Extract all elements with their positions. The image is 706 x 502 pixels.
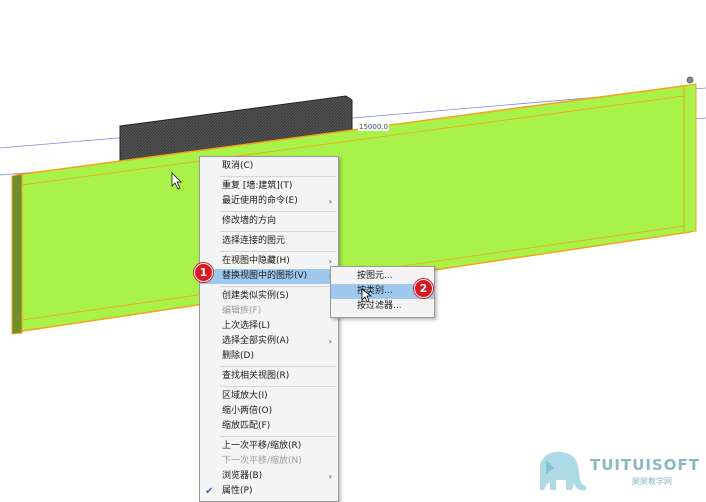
menu-item-zoom-region[interactable]: 区域放大(I)	[200, 389, 338, 404]
menu-separator	[220, 251, 336, 252]
menu-item-label: 创建类似实例(S)	[222, 291, 289, 301]
menu-item-label: 缩放匹配(F)	[222, 421, 271, 431]
context-menu: 取消(C) 重复 [墙:建筑](T) 最近使用的命令(E) › 修改墙的方向 选择…	[199, 156, 339, 502]
menu-separator	[220, 386, 336, 387]
3d-viewport[interactable]	[0, 0, 706, 500]
elephant-logo-icon	[540, 451, 586, 491]
menu-item-find-referring-views[interactable]: 查找相关视图(R)	[200, 369, 338, 384]
watermark-subtitle: 腿腿教学网	[632, 477, 672, 486]
menu-item-last-selection[interactable]: 上次选择(L)	[200, 319, 338, 334]
dimension-label: 15000.0	[358, 123, 389, 131]
step-badge-2: 2	[414, 279, 433, 298]
menu-item-zoom-fit[interactable]: 缩放匹配(F)	[200, 419, 338, 434]
watermark-brand: TUITUISOFT	[590, 456, 701, 474]
submenu-arrow-icon: ›	[328, 337, 332, 346]
menu-separator	[220, 231, 336, 232]
menu-item-browsers[interactable]: 浏览器(B) ›	[200, 469, 338, 484]
menu-item-label: 重复 [墙:建筑](T)	[222, 181, 293, 191]
checkmark-icon: ✔	[205, 486, 214, 497]
selected-wall-side	[11, 173, 23, 335]
menu-item-label: 取消(C)	[222, 161, 254, 171]
menu-item-create-similar[interactable]: 创建类似实例(S)	[200, 289, 338, 304]
watermark-logo: TUITUISOFT 腿腿教学网	[536, 442, 706, 500]
menu-separator	[220, 366, 336, 367]
menu-item-delete[interactable]: 删除(D)	[200, 349, 338, 364]
menu-item-label: 在视图中隐藏(H)	[222, 256, 290, 266]
menu-separator	[220, 176, 336, 177]
submenu-arrow-icon: ›	[328, 472, 332, 481]
menu-item-label: 最近使用的命令(E)	[222, 196, 298, 206]
menu-item-label: 浏览器(B)	[222, 471, 263, 481]
menu-item-label: 下一次平移/缩放(N)	[222, 456, 302, 466]
menu-item-recent-commands[interactable]: 最近使用的命令(E) ›	[200, 194, 338, 209]
menu-item-label: 选择连接的图元	[222, 236, 286, 246]
menu-item-cancel[interactable]: 取消(C)	[200, 159, 338, 174]
selected-wall-end	[683, 83, 697, 234]
menu-item-label: 上一次平移/缩放(R)	[222, 441, 302, 451]
wall-grip[interactable]	[686, 76, 694, 84]
menu-separator	[220, 211, 336, 212]
menu-item-label: 修改墙的方向	[222, 216, 277, 226]
menu-item-select-all-instances[interactable]: 选择全部实例(A) ›	[200, 334, 338, 349]
menu-item-label: 区域放大(I)	[222, 391, 268, 401]
menu-item-flip-wall[interactable]: 修改墙的方向	[200, 214, 338, 229]
menu-item-properties[interactable]: ✔ 属性(P)	[200, 484, 338, 499]
menu-item-label: 删除(D)	[222, 351, 254, 361]
menu-item-previous-pan-zoom[interactable]: 上一次平移/缩放(R)	[200, 439, 338, 454]
menu-item-next-pan-zoom[interactable]: 下一次平移/缩放(N)	[200, 454, 338, 469]
menu-item-label: 属性(P)	[222, 486, 253, 496]
menu-item-repeat[interactable]: 重复 [墙:建筑](T)	[200, 179, 338, 194]
submenu-arrow-icon: ›	[328, 197, 332, 206]
menu-item-edit-family[interactable]: 编辑族(F)	[200, 304, 338, 319]
menu-item-override-graphics[interactable]: 替换视图中的图形(V)›	[200, 269, 338, 284]
submenu-item-by-filter[interactable]: 按过滤器...	[331, 299, 434, 314]
menu-separator	[220, 286, 336, 287]
menu-item-hide-in-view[interactable]: 在视图中隐藏(H) ›	[200, 254, 338, 269]
menu-item-label: 按图元...	[357, 271, 393, 281]
menu-item-select-joined[interactable]: 选择连接的图元	[200, 234, 338, 249]
menu-item-zoom-out[interactable]: 缩小两倍(O)	[200, 404, 338, 419]
menu-item-label: 选择全部实例(A)	[222, 336, 290, 346]
menu-item-label: 上次选择(L)	[222, 321, 271, 331]
menu-item-label: 替换视图中的图形(V)	[222, 271, 308, 281]
mouse-cursor-icon	[361, 288, 373, 303]
menu-item-label: 编辑族(F)	[222, 306, 262, 316]
menu-separator	[220, 436, 336, 437]
step-badge-1: 1	[194, 263, 213, 282]
menu-item-label: 缩小两倍(O)	[222, 406, 273, 416]
menu-item-label: 查找相关视图(R)	[222, 371, 290, 381]
